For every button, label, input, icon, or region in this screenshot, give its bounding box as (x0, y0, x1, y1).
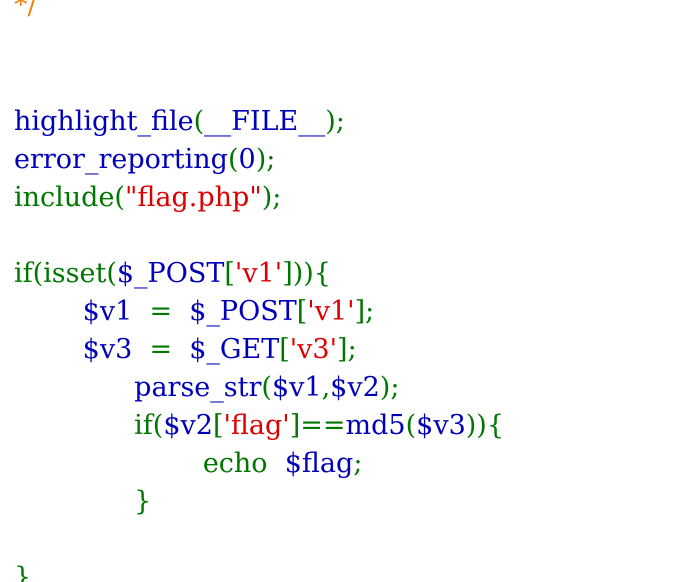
code-line: echo $flag; (14, 445, 363, 483)
code-line: highlight_file(__FILE__); (14, 103, 345, 141)
code-token-keyword: = (149, 296, 190, 327)
code-token-keyword: if( (14, 410, 164, 441)
code-token-keyword: ])){ (282, 258, 331, 289)
code-token-keyword: ; (353, 448, 363, 479)
code-line: include("flag.php"); (14, 179, 281, 217)
code-token-default: $_GET (189, 334, 280, 365)
code-token-keyword: [ (279, 334, 290, 365)
code-token-keyword: , (321, 372, 331, 403)
code-line: if($v2['flag']==md5($v3)){ (14, 407, 504, 445)
code-token-default: $v2 (330, 372, 380, 403)
code-token-keyword: [ (212, 410, 224, 441)
code-token-default: parse_str (14, 372, 262, 403)
code-token-default: $flag (284, 448, 354, 479)
code-token-keyword: ); (325, 106, 345, 137)
code-token-default: __FILE__ (204, 106, 326, 137)
code-token-default: $v3 (14, 334, 150, 365)
code-token-keyword: ); (379, 372, 400, 403)
code-token-default: highlight_file (14, 106, 194, 137)
code-line: $v3 = $_GET['v3']; (14, 331, 357, 369)
code-token-default: 0 (238, 144, 256, 175)
code-token-keyword: ]== (289, 410, 346, 441)
code-token-keyword: ); (255, 144, 276, 175)
code-token-string: 'v3' (289, 334, 338, 365)
code-token-default: $v2 (163, 410, 213, 441)
code-token-keyword: ]; (337, 334, 357, 365)
code-token-keyword: } (14, 562, 32, 582)
source-code-view: */highlight_file(__FILE__); error_reporti… (0, 0, 692, 582)
code-token-comment: */ (14, 0, 37, 21)
code-token-keyword: ]; (354, 296, 375, 327)
code-token-keyword: if(isset( (14, 258, 117, 289)
code-token-default: $_POST (189, 296, 297, 327)
code-token-keyword: ( (405, 410, 417, 441)
code-token-default: $v3 (416, 410, 466, 441)
code-line: parse_str($v1,$v2); (14, 369, 399, 407)
code-token-keyword: ); (261, 182, 282, 213)
code-line: } (14, 483, 151, 521)
code-line: if(isset($_POST['v1'])){ (14, 255, 331, 293)
code-token-string: 'v1' (234, 258, 283, 289)
code-token-default: md5 (345, 410, 406, 441)
code-token-keyword: } (14, 486, 152, 517)
code-token-keyword: echo (14, 448, 285, 479)
code-token-keyword: [ (296, 296, 308, 327)
code-token-keyword: )){ (465, 410, 505, 441)
code-token-keyword: include( (14, 182, 125, 213)
code-token-default: $v1 (271, 372, 322, 403)
code-line: $v1 = $_POST['v1']; (14, 293, 375, 331)
code-token-string: 'flag' (223, 410, 290, 441)
code-line: error_reporting(0); (14, 141, 275, 179)
code-token-keyword: ( (261, 372, 272, 403)
code-token-string: "flag.php" (124, 182, 262, 213)
code-token-default: error_reporting (14, 144, 228, 175)
code-token-default: $_POST (116, 258, 225, 289)
code-token-keyword: ( (193, 106, 205, 137)
code-line: */ (14, 0, 37, 25)
code-token-default: $v1 (14, 296, 150, 327)
code-token-keyword: = (149, 334, 190, 365)
code-token-keyword: [ (224, 258, 235, 289)
code-token-keyword: ( (227, 144, 239, 175)
code-token-string: 'v1' (307, 296, 355, 327)
code-line: } (14, 559, 31, 582)
